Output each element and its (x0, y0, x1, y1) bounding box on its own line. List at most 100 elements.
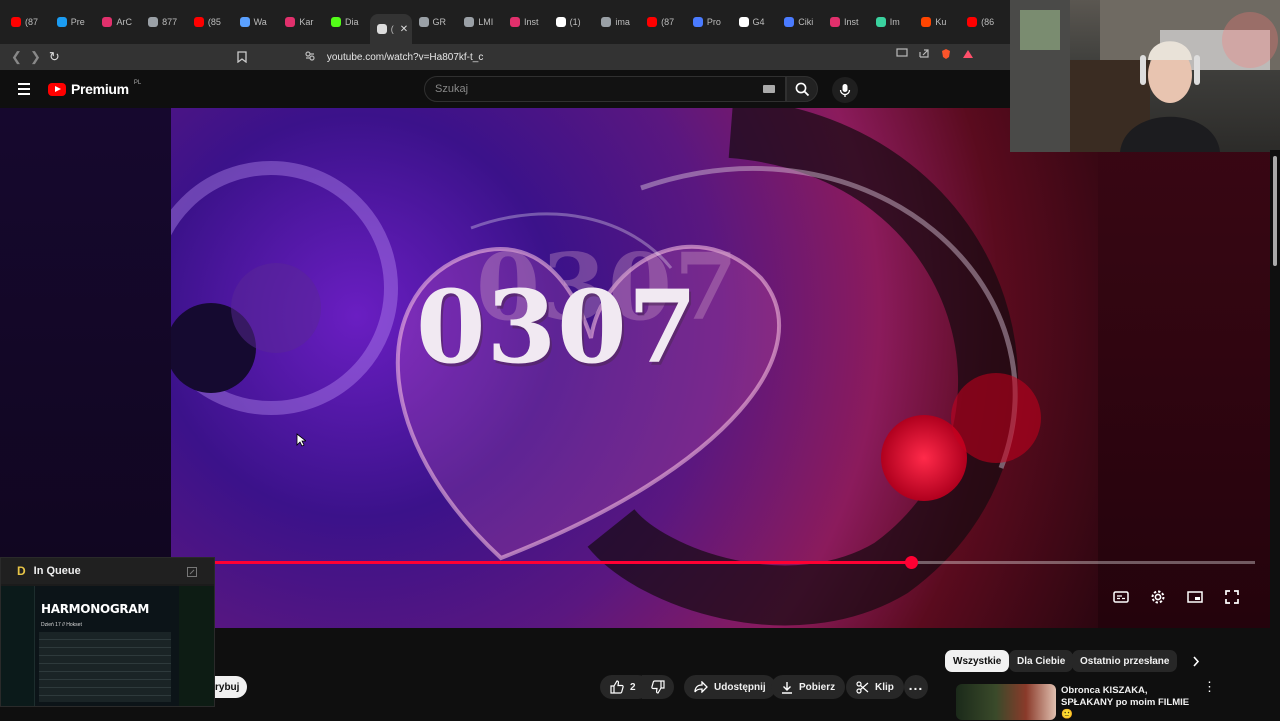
browser-tab[interactable]: Pre (50, 9, 96, 35)
chip-all[interactable]: Wszystkie (945, 650, 1010, 672)
browser-tab[interactable]: GR (412, 9, 458, 35)
video-frame[interactable]: 0307 0307 (171, 108, 1098, 628)
chips-next-icon[interactable] (1187, 652, 1205, 670)
tab-favicon-icon (464, 17, 475, 27)
voice-search-button[interactable] (832, 77, 858, 103)
tab-favicon-icon (418, 17, 429, 27)
video-overlay-number: 0307 (416, 268, 699, 386)
tab-label: Im (889, 17, 900, 27)
tab-label: Kar (299, 17, 314, 27)
recommended-more-icon[interactable]: ⋮ (1203, 680, 1216, 693)
tab-favicon-icon (647, 17, 658, 27)
tab-favicon-icon (56, 17, 67, 27)
subtitles-button[interactable] (1110, 586, 1132, 608)
keyboard-icon[interactable] (763, 85, 775, 93)
scrollbar-thumb[interactable] (1273, 156, 1277, 266)
download-button[interactable]: Pobierz (771, 675, 846, 699)
fullscreen-icon (1225, 590, 1239, 604)
brave-shield-icon[interactable] (940, 48, 952, 63)
logo-text: Premium (71, 81, 129, 97)
settings-button[interactable] (1147, 586, 1169, 608)
tab-favicon-icon (875, 17, 886, 27)
progress-bar[interactable] (215, 556, 1255, 569)
tab-favicon-icon (829, 17, 840, 27)
browser-tab[interactable]: ArC (95, 9, 141, 35)
webcam-feed (1010, 0, 1280, 152)
browser-tab[interactable]: (✕ (369, 14, 412, 44)
recommended-video-title[interactable]: Obronca KISZAKA, SPŁAKANY po moim FILMIE… (1061, 685, 1201, 721)
tab-label: (86 (981, 17, 995, 27)
tab-favicon-icon (509, 17, 520, 27)
progress-played (215, 561, 911, 564)
share-page-icon[interactable] (918, 48, 930, 63)
browser-tab[interactable]: G4 (732, 9, 778, 35)
tab-favicon-icon (148, 17, 159, 27)
tab-label: ima (615, 17, 630, 27)
microphone-icon (839, 83, 851, 97)
bookmark-icon[interactable] (233, 48, 251, 66)
menu-icon[interactable] (18, 83, 30, 95)
page-scrollbar[interactable] (1270, 150, 1280, 720)
install-app-icon[interactable] (896, 48, 908, 63)
brave-rewards-icon[interactable] (962, 48, 974, 63)
browser-tab[interactable]: ima (594, 9, 640, 35)
tab-favicon-icon (692, 17, 703, 27)
search-button[interactable] (786, 76, 818, 102)
queue-popup[interactable]: D In Queue HARMONOGRAM Dzień 17 // Hokse… (0, 557, 215, 707)
dislike-button[interactable] (642, 675, 674, 699)
webcam-overlay (1010, 0, 1280, 152)
scrubber-handle[interactable] (904, 556, 918, 569)
browser-tab[interactable]: (86 (960, 9, 1006, 35)
browser-tab[interactable]: (87 (4, 9, 50, 35)
tab-label: ArC (116, 17, 132, 27)
search-placeholder: Szukaj (435, 83, 469, 95)
search-input[interactable]: Szukaj (424, 76, 786, 102)
browser-tab[interactable]: 877 (141, 9, 187, 35)
browser-tab[interactable]: Wa (233, 9, 279, 35)
tab-favicon-icon (784, 17, 795, 27)
more-actions-button[interactable]: ... (904, 675, 928, 699)
youtube-logo[interactable]: Premium PL (48, 80, 141, 97)
tab-favicon-icon (376, 24, 387, 34)
preview-heading: HARMONOGRAM (41, 602, 149, 616)
site-info-icon[interactable] (305, 50, 319, 64)
browser-tab[interactable]: Inst (503, 9, 549, 35)
video-player[interactable]: 0307 0307 (0, 108, 1270, 628)
expand-icon[interactable] (187, 567, 197, 580)
tab-label: GR (432, 17, 447, 27)
browser-tab[interactable]: Dia (324, 9, 370, 35)
back-icon[interactable]: ❮ (8, 48, 25, 66)
browser-tab[interactable]: (1) (549, 9, 595, 35)
browser-tab[interactable]: Pro (686, 9, 732, 35)
browser-tab[interactable]: Ku (914, 9, 960, 35)
tab-label: (1) (569, 17, 581, 27)
miniplayer-button[interactable] (1184, 586, 1206, 608)
queue-header: D In Queue (1, 558, 214, 584)
fullscreen-button[interactable] (1221, 586, 1243, 608)
browser-tab[interactable]: (85 (187, 9, 233, 35)
chip-recently-uploaded[interactable]: Ostatnio przesłane (1072, 650, 1178, 672)
share-icon (694, 681, 708, 693)
queue-logo-icon: D (17, 564, 26, 578)
chip-for-you[interactable]: Dla Ciebie (1009, 650, 1074, 672)
subscribe-button[interactable]: rybuj (213, 676, 247, 698)
queue-preview: HARMONOGRAM Dzień 17 // Hokset (1, 586, 214, 706)
tab-label: (85 (207, 17, 221, 27)
browser-tab[interactable]: LMI (457, 9, 503, 35)
recommended-video-thumbnail[interactable] (956, 684, 1056, 720)
tab-favicon-icon (193, 17, 204, 27)
close-tab-icon[interactable]: ✕ (400, 24, 408, 35)
clip-button[interactable]: Klip (846, 675, 904, 699)
browser-tab[interactable]: Kar (278, 9, 324, 35)
reload-icon[interactable]: ↻ (46, 48, 63, 66)
browser-tab[interactable]: Ciki (777, 9, 823, 35)
browser-tab[interactable]: Im (869, 9, 915, 35)
tab-label: LMI (478, 17, 494, 27)
browser-tab[interactable]: Inst (823, 9, 869, 35)
forward-icon[interactable]: ❯ (27, 48, 44, 66)
tab-label: Inst (523, 17, 539, 27)
share-button[interactable]: Udostępnij (684, 675, 776, 699)
browser-tab[interactable]: (87 (640, 9, 686, 35)
gear-icon (1151, 590, 1165, 604)
tab-label: G4 (752, 17, 765, 27)
